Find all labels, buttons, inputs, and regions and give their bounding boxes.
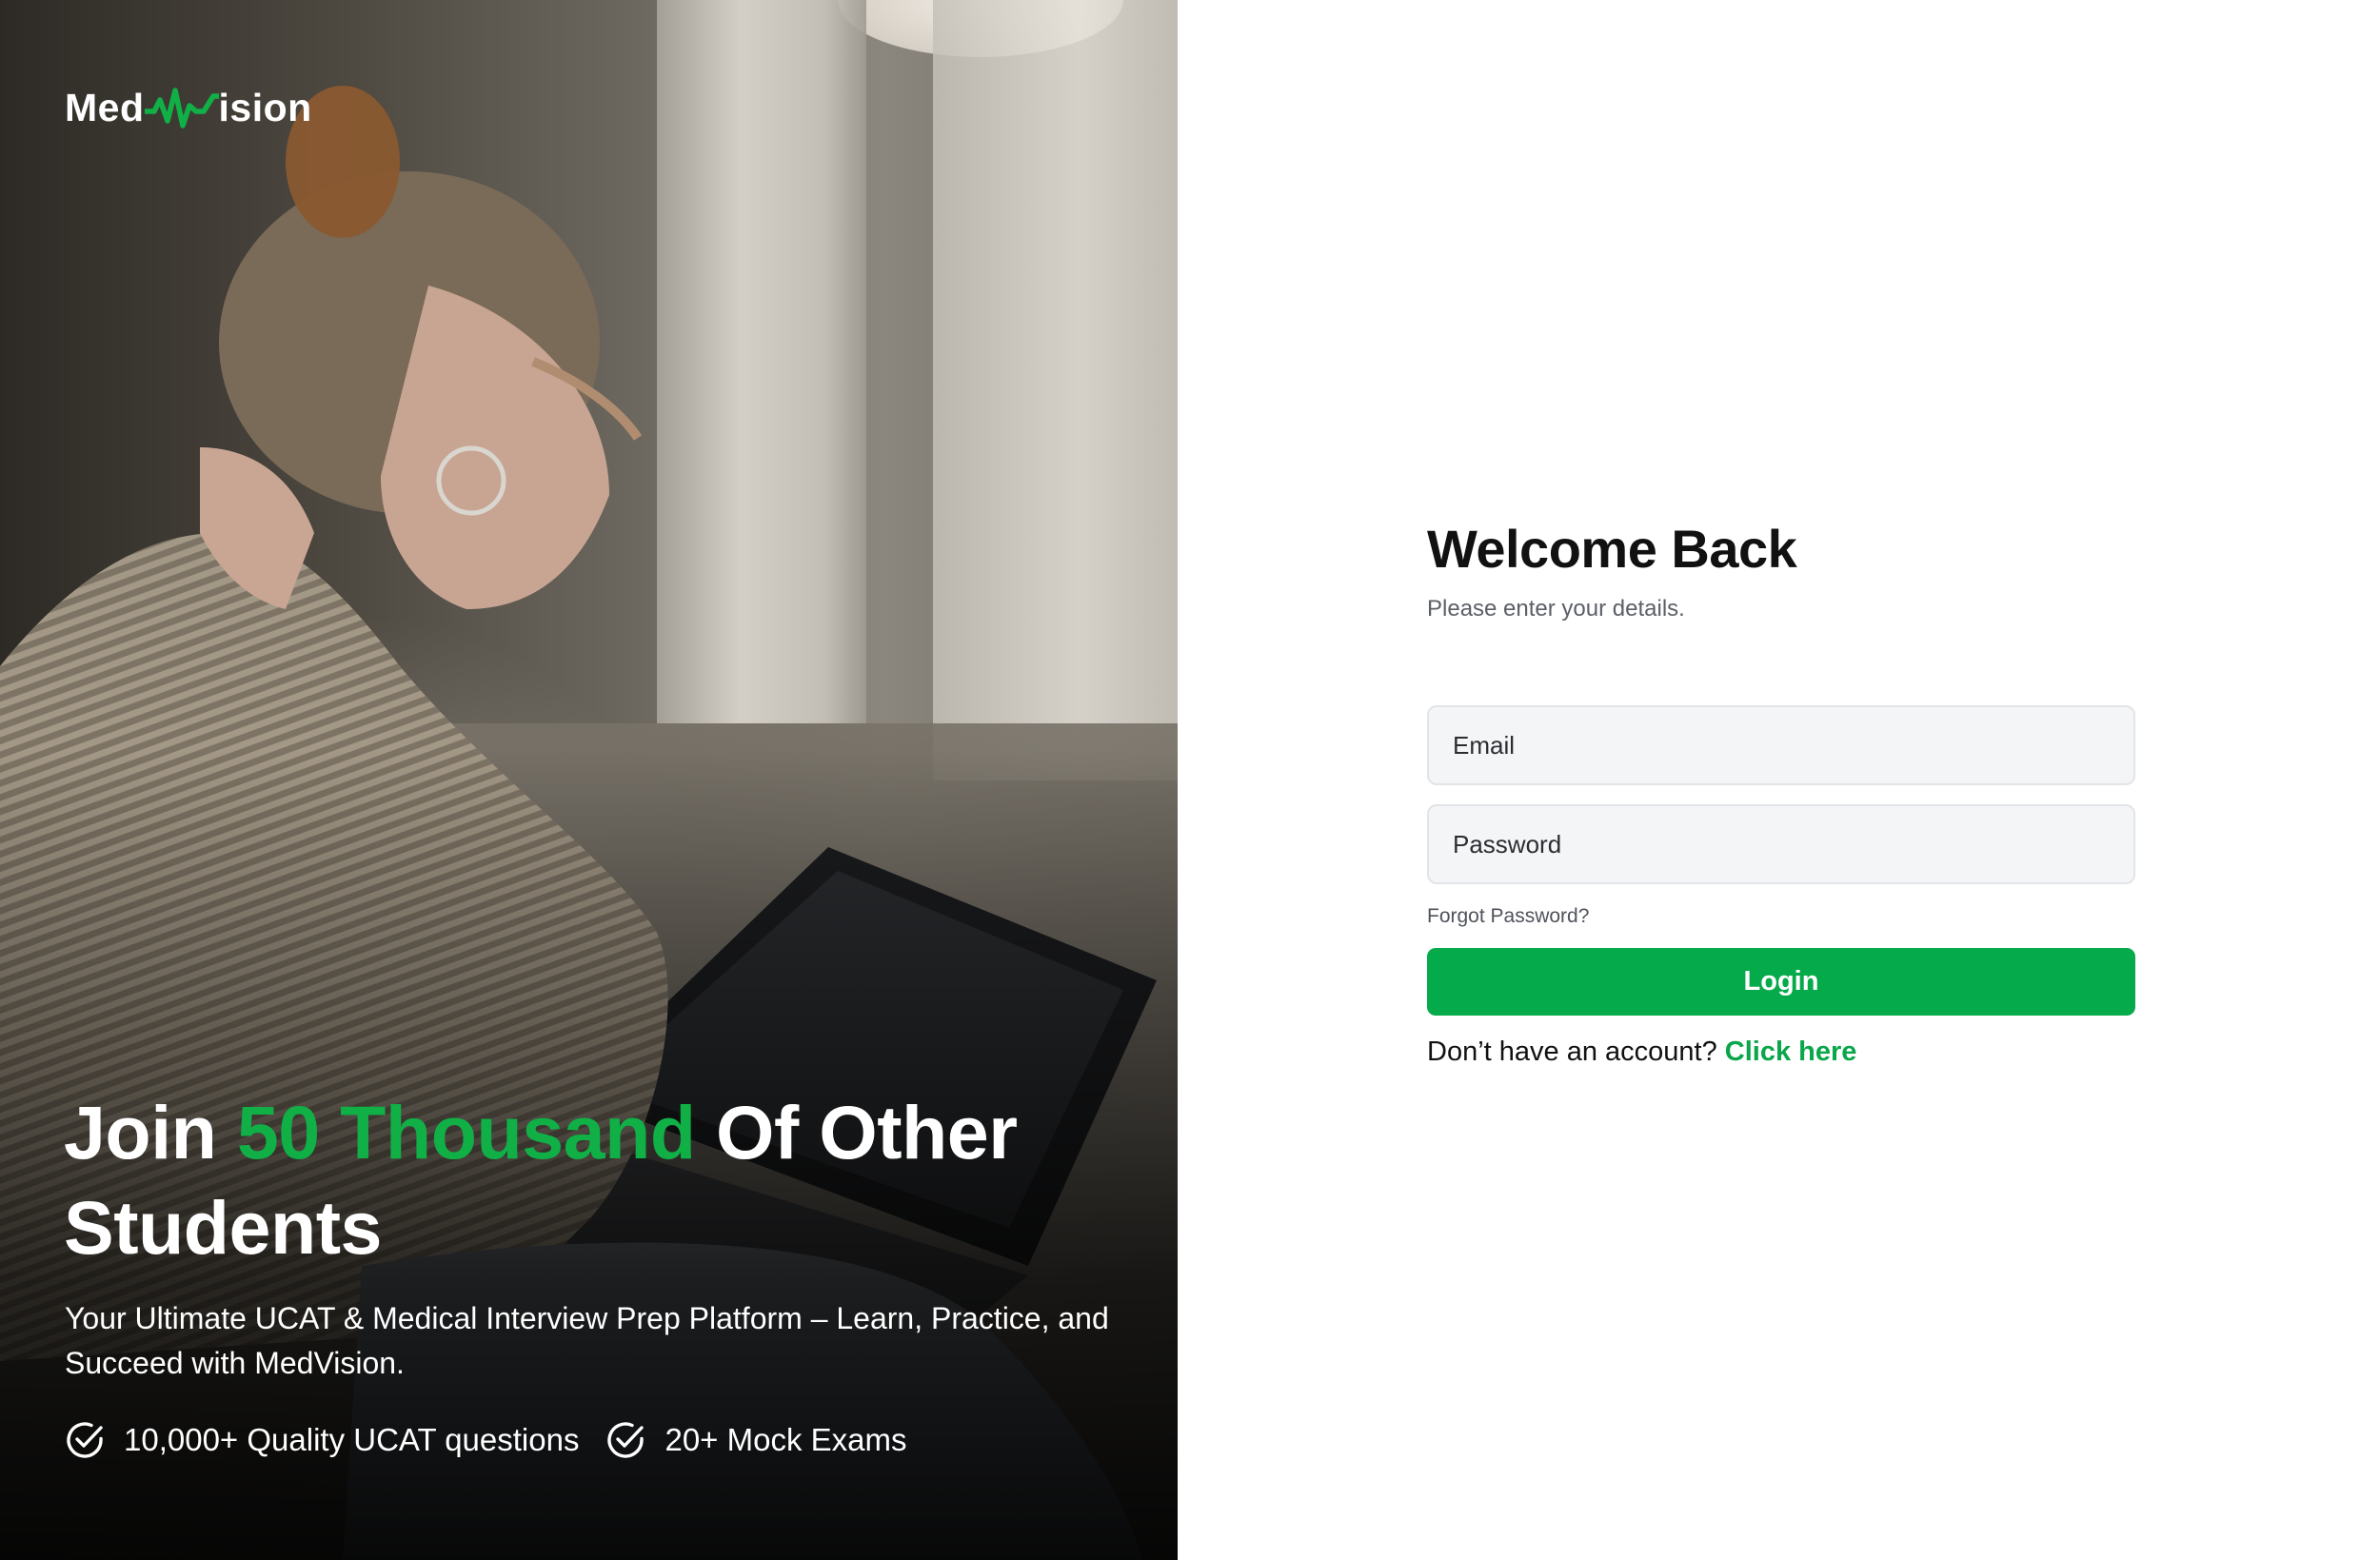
hero-subtitle: Your Ultimate UCAT & Medical Interview P… (65, 1301, 1109, 1380)
heartbeat-pulse-icon (144, 88, 219, 128)
login-title: Welcome Back (1427, 519, 1797, 579)
check-circle-icon (607, 1422, 645, 1458)
signup-prompt-text: Don’t have an account? (1427, 1037, 1717, 1067)
logo-text-ision: ision (218, 85, 312, 129)
hero-panel: Med ision Join 50 Thousand Of Other Stud… (0, 0, 1178, 1560)
feature-list: 10,000+ Quality UCAT questions 20+ Mock … (65, 1420, 906, 1460)
login-form: Welcome Back Please enter your details. … (1427, 510, 2135, 1068)
password-field[interactable] (1427, 804, 2135, 884)
feature-item: 10,000+ Quality UCAT questions (65, 1420, 579, 1460)
login-button[interactable]: Login (1427, 948, 2135, 1016)
feature-label: 20+ Mock Exams (664, 1422, 907, 1457)
check-circle-icon (67, 1422, 103, 1458)
hero-headline: Join 50 Thousand Of Other Students (64, 1085, 1111, 1275)
email-field[interactable] (1427, 705, 2135, 785)
feature-item: 20+ Mock Exams (605, 1420, 906, 1460)
headline-highlight: 50 Thousand (236, 1090, 696, 1175)
signup-prompt: Don’t have an account? Click here (1427, 1037, 2135, 1068)
forgot-password-link[interactable]: Forgot Password? (1427, 905, 1589, 928)
signup-link[interactable]: Click here (1725, 1037, 1857, 1067)
headline-start: Join (64, 1090, 237, 1175)
feature-label: 10,000+ Quality UCAT questions (124, 1422, 580, 1457)
login-subtitle: Please enter your details. (1427, 596, 1685, 622)
medvision-logo[interactable]: Med ision (65, 84, 312, 131)
logo-text-med: Med (65, 85, 145, 129)
